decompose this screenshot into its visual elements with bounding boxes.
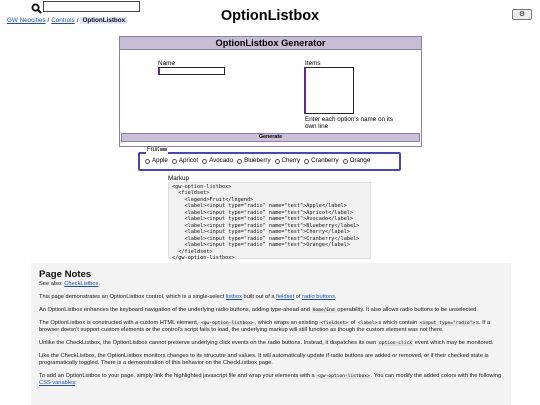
notes-paragraph-6: To add an OptionListbox to your page, si… <box>39 373 502 386</box>
name-label: Name <box>158 60 176 67</box>
radio-option-blueberry[interactable]: Blueberry <box>237 157 271 165</box>
generator-panel: OptionListbox Generator Name Items Enter… <box>119 36 422 147</box>
items-label: Items <box>305 60 321 67</box>
radio-icon[interactable] <box>342 158 348 164</box>
markup-code-block: <gw-option-listbox> <fieldset> <legend>F… <box>168 182 371 261</box>
radio-option-avocado[interactable]: Avocado <box>202 157 233 165</box>
radio-icon[interactable] <box>171 158 177 164</box>
options-button[interactable]: ⚙ <box>512 9 532 20</box>
notes-title: Page Notes <box>39 269 92 280</box>
notes-paragraph-5: Like the CheckListbox, the OptionListbox… <box>39 353 489 366</box>
checklistbox-link[interactable]: CheckListbox <box>64 281 98 287</box>
notes-paragraph-4: Unlike the CheckListbox, the OptionListb… <box>39 340 494 346</box>
fruit-legend: Fruit <box>146 147 168 154</box>
radio-icon[interactable] <box>202 158 208 164</box>
gear-icon: ⚙ <box>518 10 526 18</box>
fruit-radio-group: Apple Apricot Avocado Blueberry Cherry C… <box>145 157 370 165</box>
page-title: OptionListbox <box>220 8 320 24</box>
see-also: See also: CheckListbox. <box>39 281 101 287</box>
page-notes: Page Notes See also: CheckListbox. This … <box>31 263 511 405</box>
markup-code: <gw-option-listbox> <fieldset> <legend>F… <box>172 184 360 261</box>
fieldset-link[interactable]: fieldset <box>276 294 294 300</box>
radio-icon[interactable] <box>237 158 243 164</box>
notes-paragraph-2: An OptionListbox enhances the keyboard n… <box>39 307 478 313</box>
notes-paragraph-1: This page demonstrates an OptionListbox … <box>39 294 337 300</box>
items-help-text: Enter each option's name on its own line <box>305 116 394 130</box>
radio-option-cranberry[interactable]: Cranberry <box>304 157 339 165</box>
radio-option-apple[interactable]: Apple <box>145 157 168 165</box>
notes-paragraph-3: The OptionListbox is constructed with a … <box>39 320 491 333</box>
radio-option-apricot[interactable]: Apricot <box>171 157 198 165</box>
radio-buttons-link[interactable]: radio buttons <box>302 294 335 300</box>
generate-button[interactable]: Generate <box>121 133 420 142</box>
name-input[interactable] <box>158 67 225 75</box>
items-textarea[interactable] <box>304 67 354 114</box>
radio-icon[interactable] <box>304 158 310 164</box>
generator-title: OptionListbox Generator <box>120 37 421 50</box>
css-variables-link[interactable]: CSS variables <box>39 380 75 386</box>
radio-option-orange[interactable]: Orange <box>342 157 370 165</box>
radio-option-cherry[interactable]: Cherry <box>274 157 300 165</box>
radio-icon[interactable] <box>274 158 280 164</box>
markup-label: Markup <box>168 175 189 182</box>
radio-icon[interactable] <box>145 158 150 164</box>
listbox-link[interactable]: listbox <box>226 294 242 300</box>
